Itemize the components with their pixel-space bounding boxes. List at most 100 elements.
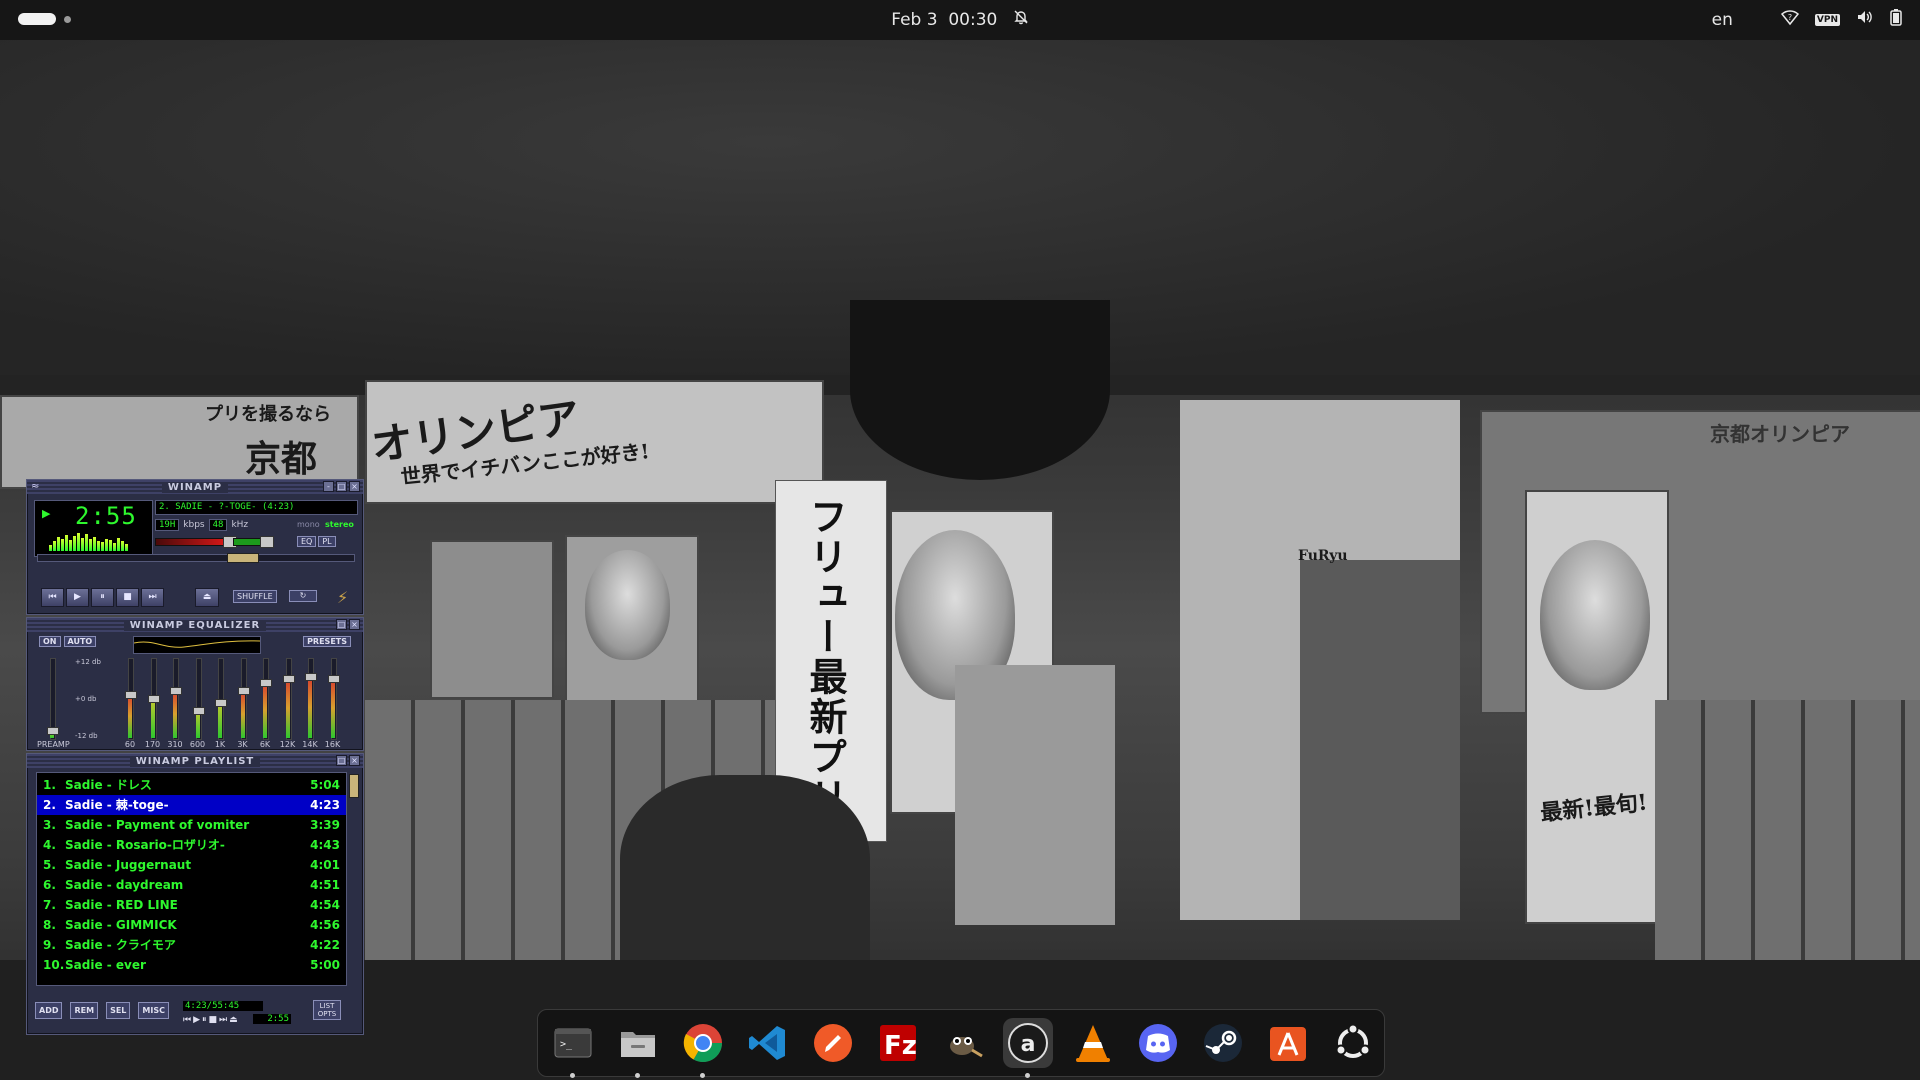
eq-presets-button[interactable]: PRESETS xyxy=(303,636,351,647)
seek-bar[interactable] xyxy=(37,554,355,562)
eq-band-slider-16K-thumb[interactable] xyxy=(327,675,340,683)
close-button[interactable]: × xyxy=(349,481,360,492)
dock-item-audacious[interactable]: a xyxy=(1003,1018,1053,1078)
dock-item-files[interactable] xyxy=(613,1018,663,1078)
winamp-main-window[interactable]: ≈ WINAMP - □ × ▶ 2:55 2. SADIE - ?-TOGE- (… xyxy=(26,479,364,615)
elapsed-time[interactable]: 2:55 xyxy=(75,502,137,530)
stop-button[interactable]: ■ xyxy=(116,588,139,607)
playlist-track[interactable]: 8. Sadie - GIMMICK 4:56 xyxy=(37,915,346,935)
winamp-logo-icon[interactable]: ⚡ xyxy=(337,588,348,607)
eq-band-slider-6K-thumb[interactable] xyxy=(260,679,272,687)
eq-toggle-button[interactable]: EQ xyxy=(297,536,317,547)
dock: >_ Fz a xyxy=(537,1009,1385,1078)
playlist-track[interactable]: 3. Sadie - Payment of vomiter 3:39 xyxy=(37,815,346,835)
dock-item-pen[interactable] xyxy=(808,1018,858,1068)
dock-item-ubuntu[interactable] xyxy=(1328,1018,1378,1068)
eject-button[interactable]: ⏏ xyxy=(195,588,219,607)
winamp-player[interactable]: ≈ WINAMP - □ × ▶ 2:55 2. SADIE - ?-TOGE- (… xyxy=(26,479,364,1035)
next-button[interactable]: ⏭ xyxy=(141,588,164,607)
eq-band-slider-310-thumb[interactable] xyxy=(170,687,182,695)
eq-shade-button[interactable]: □ xyxy=(336,619,347,630)
pl-remove-button[interactable]: REM xyxy=(70,1002,99,1019)
previous-button[interactable]: ⏮ xyxy=(41,588,64,607)
playlist-tracks[interactable]: 1. Sadie - ドレス 5:04 2. Sadie - 棘-toge- 4:23 3.… xyxy=(36,772,347,986)
playlist-track[interactable]: 7. Sadie - RED LINE 4:54 xyxy=(37,895,346,915)
balance-slider-thumb[interactable] xyxy=(260,536,274,548)
spectrum-visualizer[interactable] xyxy=(49,531,128,551)
dock-item-discord[interactable] xyxy=(1133,1018,1183,1068)
eq-band-slider-310[interactable] xyxy=(170,658,182,740)
eq-on-button[interactable]: ON xyxy=(39,636,61,647)
eq-band-slider-600-thumb[interactable] xyxy=(192,707,205,715)
dock-item-terminal[interactable]: >_ xyxy=(548,1018,598,1078)
mini-transport-controls[interactable]: ⏮▶⏸■⏭⏏ xyxy=(183,1015,240,1025)
dock-item-chrome[interactable] xyxy=(678,1018,728,1078)
dock-item-app-center[interactable] xyxy=(1263,1018,1313,1068)
pl-select-button[interactable]: SEL xyxy=(106,1002,131,1019)
playlist-track[interactable]: 6. Sadie - daydream 4:51 xyxy=(37,875,346,895)
winamp-menu-icon[interactable]: ≈ xyxy=(31,481,39,492)
eq-band-slider-14K-thumb[interactable] xyxy=(305,672,317,681)
dock-item-gimp[interactable] xyxy=(938,1018,988,1068)
eq-band-slider-1K-thumb[interactable] xyxy=(215,699,227,707)
pl-list-options-button[interactable]: LIST OPTS xyxy=(313,1000,341,1020)
spectrum-bar xyxy=(93,537,96,551)
shade-button[interactable]: □ xyxy=(336,481,347,492)
minimize-button[interactable]: - xyxy=(323,481,334,492)
pl-shade-button[interactable]: □ xyxy=(336,755,347,766)
track-duration: 5:04 xyxy=(310,778,340,792)
pl-add-button[interactable]: ADD xyxy=(35,1002,63,1019)
playlist-track[interactable]: 5. Sadie - Juggernaut 4:01 xyxy=(37,855,346,875)
eq-band-slider-16K[interactable] xyxy=(327,658,340,740)
playlist-track[interactable]: 9. Sadie - クライモア 4:22 xyxy=(37,935,346,955)
volume-slider[interactable] xyxy=(155,538,227,546)
playlist-track[interactable]: 2. Sadie - 棘-toge- 4:23 xyxy=(37,795,346,815)
system-tray[interactable]: en ? VPN xyxy=(1712,8,1902,31)
eq-band-slider-1K[interactable] xyxy=(215,658,227,740)
playlist-track[interactable]: 10. Sadie - ever 5:00 xyxy=(37,955,346,975)
input-language[interactable]: en xyxy=(1712,10,1733,30)
dock-item-vlc[interactable] xyxy=(1068,1018,1118,1068)
playlist-track[interactable]: 1. Sadie - ドレス 5:04 xyxy=(37,775,346,795)
eq-band-label: 170 xyxy=(144,740,161,749)
dock-item-vscode[interactable] xyxy=(743,1018,793,1068)
eq-band-slider-3K-thumb[interactable] xyxy=(237,687,250,695)
eq-band-slider-60[interactable] xyxy=(125,658,137,740)
repeat-button[interactable]: ↻ xyxy=(289,590,317,602)
eq-close-button[interactable]: × xyxy=(349,619,360,630)
eq-auto-button[interactable]: AUTO xyxy=(63,636,97,647)
play-button[interactable]: ▶ xyxy=(66,588,89,607)
eq-band-slider-170[interactable] xyxy=(147,658,160,740)
eq-band-slider-60-thumb[interactable] xyxy=(125,691,137,699)
dock-item-filezilla[interactable]: Fz xyxy=(873,1018,923,1068)
preamp-slider-thumb[interactable] xyxy=(47,727,59,735)
winamp-playlist-window[interactable]: WINAMP PLAYLIST □ × 1. Sadie - ドレス 5:04 2. Sa… xyxy=(26,753,364,1035)
pl-misc-button[interactable]: MISC xyxy=(138,1002,169,1019)
preamp-slider[interactable] xyxy=(47,658,59,740)
pause-button[interactable]: ⏸ xyxy=(91,588,114,607)
playlist-scrollbar-thumb[interactable] xyxy=(349,774,359,798)
pl-toggle-button[interactable]: PL xyxy=(318,536,336,547)
eq-band-slider-6K[interactable] xyxy=(260,658,272,740)
winamp-titlebar[interactable]: ≈ WINAMP - □ × xyxy=(27,480,363,494)
playlist-titlebar[interactable]: WINAMP PLAYLIST □ × xyxy=(27,754,363,768)
winamp-equalizer-window[interactable]: WINAMP EQUALIZER □ × ON AUTO PRESETS +12 … xyxy=(26,617,364,751)
eq-band-label: 14K xyxy=(302,740,318,749)
pl-close-button[interactable]: × xyxy=(349,755,360,766)
dock-item-steam[interactable] xyxy=(1198,1018,1248,1068)
eq-band-slider-170-thumb[interactable] xyxy=(147,695,160,703)
eq-band-slider-14K[interactable] xyxy=(305,658,317,740)
shuffle-button[interactable]: SHUFFLE xyxy=(233,590,277,603)
clock[interactable]: Feb 3 00:30 xyxy=(0,9,1920,30)
stereo-indicator: stereo xyxy=(325,520,354,529)
playlist-track[interactable]: 4. Sadie - Rosario-ロザリオ- 4:43 xyxy=(37,835,346,855)
track-duration: 4:22 xyxy=(310,938,340,952)
eq-band-slider-3K[interactable] xyxy=(237,658,250,740)
eq-band-slider-12K-thumb[interactable] xyxy=(282,675,295,683)
equalizer-titlebar[interactable]: WINAMP EQUALIZER □ × xyxy=(27,618,363,632)
eq-band-slider-600[interactable] xyxy=(192,658,205,740)
eq-band-slider-12K[interactable] xyxy=(282,658,295,740)
winamp-time-display[interactable]: ▶ 2:55 xyxy=(34,500,153,557)
seek-bar-thumb[interactable] xyxy=(227,553,259,563)
pen-icon xyxy=(814,1024,852,1062)
